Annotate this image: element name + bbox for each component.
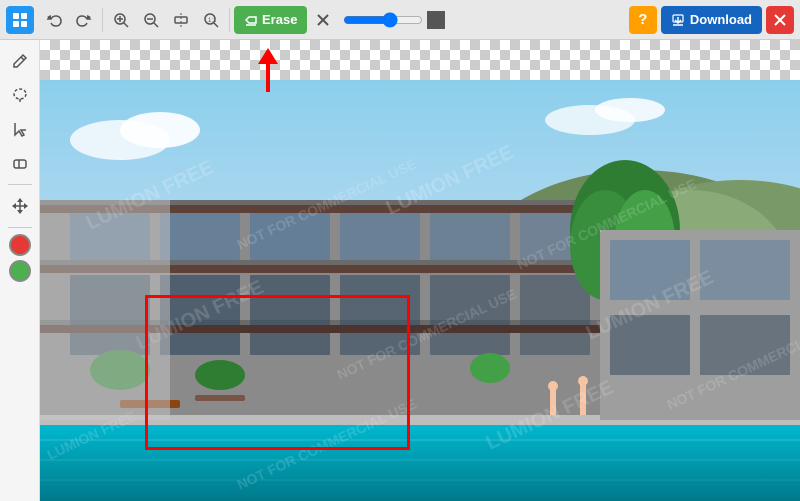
move-tool-button[interactable] [5, 191, 35, 221]
download-label: Download [690, 12, 752, 27]
separator-2 [229, 8, 230, 32]
selection-tool-button[interactable] [5, 114, 35, 144]
transparent-area [40, 40, 800, 80]
pencil-tool-button[interactable] [5, 46, 35, 76]
zoom-in-button[interactable] [107, 6, 135, 34]
right-toolbar: ? Download [629, 6, 794, 34]
separator-1 [102, 8, 103, 32]
erase-label: Erase [262, 12, 297, 27]
close-erase-button[interactable] [309, 6, 337, 34]
zoom-out-button[interactable] [137, 6, 165, 34]
close-app-button[interactable] [766, 6, 794, 34]
download-button[interactable]: Download [661, 6, 762, 34]
left-separator-2 [8, 227, 32, 228]
brush-size-slider-container [343, 11, 445, 29]
left-toolbar [0, 40, 40, 501]
eraser-tool-button[interactable] [5, 148, 35, 178]
scene-image: LUMION FREE NOT FOR COMMERCIAL USE LUMIO… [40, 80, 800, 501]
redo-button[interactable] [70, 6, 98, 34]
undo-button[interactable] [40, 6, 68, 34]
brush-size-slider[interactable] [343, 12, 423, 28]
zoom-fit-button[interactable] [167, 6, 195, 34]
app-logo [6, 6, 34, 34]
background-color-picker[interactable] [9, 260, 31, 282]
main-area: LUMION FREE NOT FOR COMMERCIAL USE LUMIO… [0, 40, 800, 501]
foreground-color-picker[interactable] [9, 234, 31, 256]
help-button[interactable]: ? [629, 6, 657, 34]
lasso-tool-button[interactable] [5, 80, 35, 110]
canvas-area[interactable]: LUMION FREE NOT FOR COMMERCIAL USE LUMIO… [40, 40, 800, 501]
main-toolbar: 1:1 Erase ? Download [0, 0, 800, 40]
svg-text:1:1: 1:1 [208, 18, 217, 24]
slider-thumb-indicator [427, 11, 445, 29]
left-separator-1 [8, 184, 32, 185]
zoom-100-button[interactable]: 1:1 [197, 6, 225, 34]
erase-button[interactable]: Erase [234, 6, 307, 34]
